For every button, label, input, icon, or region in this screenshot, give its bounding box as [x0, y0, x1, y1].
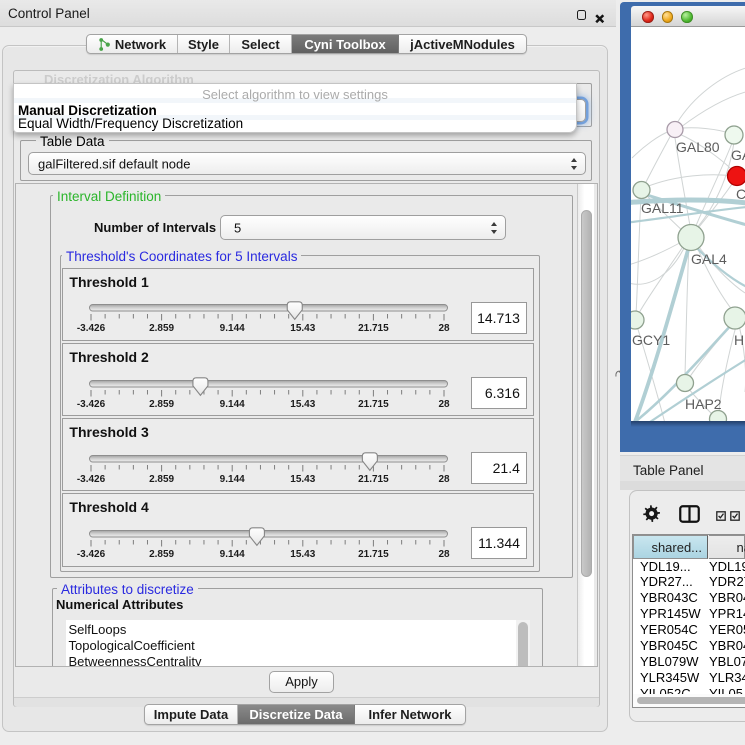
svg-text:C: C	[736, 186, 745, 202]
svg-text:28: 28	[439, 549, 451, 560]
svg-text:28: 28	[439, 399, 451, 410]
svg-text:2.859: 2.859	[149, 549, 174, 560]
svg-text:-3.426: -3.426	[77, 549, 106, 560]
svg-text:21.715: 21.715	[358, 549, 389, 560]
svg-text:28: 28	[439, 323, 451, 334]
svg-text:21.715: 21.715	[358, 323, 389, 334]
svg-text:-3.426: -3.426	[77, 399, 106, 410]
svg-text:9.144: 9.144	[220, 549, 245, 560]
svg-text:H: H	[734, 332, 744, 348]
svg-text:9.144: 9.144	[220, 399, 245, 410]
svg-text:21.715: 21.715	[358, 474, 389, 485]
svg-text:15.43: 15.43	[291, 323, 316, 334]
svg-text:15.43: 15.43	[291, 474, 316, 485]
svg-text:2.859: 2.859	[149, 474, 174, 485]
svg-text:15.43: 15.43	[291, 399, 316, 410]
svg-text:-3.426: -3.426	[77, 323, 106, 334]
svg-text:-3.426: -3.426	[77, 474, 106, 485]
svg-text:GAL11: GAL11	[641, 200, 684, 216]
svg-text:2.859: 2.859	[149, 323, 174, 334]
svg-text:9.144: 9.144	[220, 474, 245, 485]
svg-text:GCY1: GCY1	[632, 332, 670, 348]
svg-text:GAL4: GAL4	[691, 251, 727, 267]
svg-text:28: 28	[439, 474, 451, 485]
svg-text:2.859: 2.859	[149, 399, 174, 410]
svg-text:21.715: 21.715	[358, 399, 389, 410]
svg-text:15.43: 15.43	[291, 549, 316, 560]
svg-text:HAP2: HAP2	[685, 396, 722, 412]
svg-text:GAL80: GAL80	[676, 139, 720, 155]
svg-text:GA: GA	[731, 147, 745, 163]
svg-text:9.144: 9.144	[220, 323, 245, 334]
